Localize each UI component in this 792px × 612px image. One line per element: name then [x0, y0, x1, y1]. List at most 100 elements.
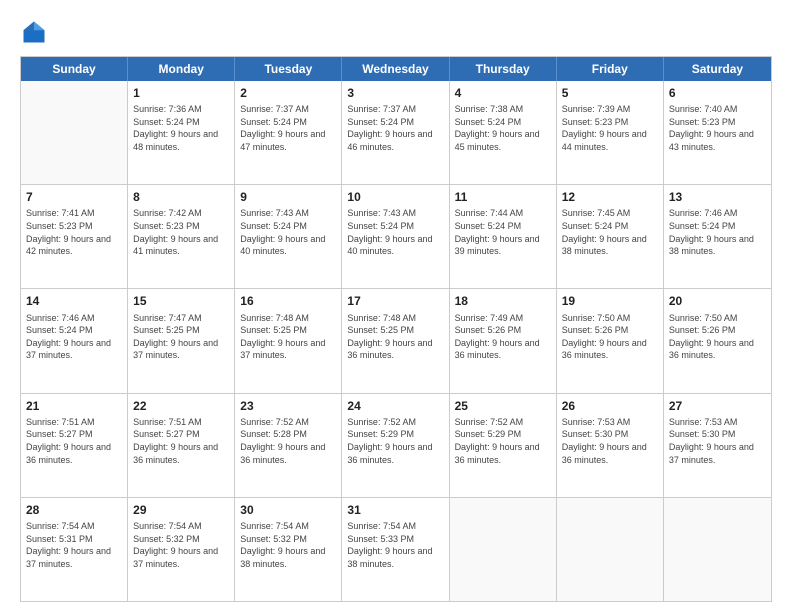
header-day-sunday: Sunday [21, 57, 128, 81]
week-row-1: 1Sunrise: 7:36 AMSunset: 5:24 PMDaylight… [21, 81, 771, 185]
header-day-saturday: Saturday [664, 57, 771, 81]
cell-info: Sunrise: 7:48 AMSunset: 5:25 PMDaylight:… [240, 312, 336, 362]
day-number: 8 [133, 189, 229, 205]
cal-cell-22: 22 Sunrise: 7:51 AMSunset: 5:27 PMDayligh… [128, 394, 235, 497]
cal-cell-17: 17 Sunrise: 7:48 AMSunset: 5:25 PMDayligh… [342, 289, 449, 392]
cell-info: Sunrise: 7:46 AMSunset: 5:24 PMDaylight:… [26, 312, 122, 362]
cal-cell-24: 24Sunrise: 7:52 AMSunset: 5:29 PMDayligh… [342, 394, 449, 497]
cell-info: Sunrise: 7:50 AMSunset: 5:26 PMDaylight:… [669, 312, 766, 362]
cal-cell-19: 19 Sunrise: 7:50 AMSunset: 5:26 PMDayligh… [557, 289, 664, 392]
day-number: 15 [133, 293, 229, 309]
cal-cell-3: 3 Sunrise: 7:37 AMSunset: 5:24 PMDaylight… [342, 81, 449, 184]
cell-info: Sunrise: 7:54 AMSunset: 5:32 PMDaylight:… [240, 520, 336, 570]
cal-cell-9: 9 Sunrise: 7:43 AMSunset: 5:24 PMDaylight… [235, 185, 342, 288]
cal-cell-empty-6 [664, 498, 771, 601]
cal-cell-11: 11 Sunrise: 7:44 AMSunset: 5:24 PMDayligh… [450, 185, 557, 288]
day-number: 1 [133, 85, 229, 101]
day-number: 21 [26, 398, 122, 414]
calendar-header: SundayMondayTuesdayWednesdayThursdayFrid… [21, 57, 771, 81]
cal-cell-6: 6 Sunrise: 7:40 AMSunset: 5:23 PMDaylight… [664, 81, 771, 184]
day-number: 26 [562, 398, 658, 414]
cell-info: Sunrise: 7:53 AMSunset: 5:30 PMDaylight:… [669, 416, 766, 466]
day-number: 14 [26, 293, 122, 309]
cal-cell-4: 4 Sunrise: 7:38 AMSunset: 5:24 PMDaylight… [450, 81, 557, 184]
cal-cell-30: 30 Sunrise: 7:54 AMSunset: 5:32 PMDayligh… [235, 498, 342, 601]
cal-cell-14: 14 Sunrise: 7:46 AMSunset: 5:24 PMDayligh… [21, 289, 128, 392]
day-number: 24 [347, 398, 443, 414]
day-number: 10 [347, 189, 443, 205]
cal-cell-12: 12Sunrise: 7:45 AMSunset: 5:24 PMDayligh… [557, 185, 664, 288]
cell-info: Sunrise: 7:37 AMSunset: 5:24 PMDaylight:… [347, 103, 443, 153]
cell-info: Sunrise: 7:54 AMSunset: 5:32 PMDaylight:… [133, 520, 229, 570]
cell-info: Sunrise: 7:49 AMSunset: 5:26 PMDaylight:… [455, 312, 551, 362]
cell-info: Sunrise: 7:46 AMSunset: 5:24 PMDaylight:… [669, 207, 766, 257]
cal-cell-7: 7 Sunrise: 7:41 AMSunset: 5:23 PMDaylight… [21, 185, 128, 288]
cell-info: Sunrise: 7:47 AMSunset: 5:25 PMDaylight:… [133, 312, 229, 362]
day-number: 5 [562, 85, 658, 101]
cell-info: Sunrise: 7:53 AMSunset: 5:30 PMDaylight:… [562, 416, 658, 466]
cell-info: Sunrise: 7:54 AMSunset: 5:31 PMDaylight:… [26, 520, 122, 570]
cal-cell-10: 10 Sunrise: 7:43 AMSunset: 5:24 PMDayligh… [342, 185, 449, 288]
cell-info: Sunrise: 7:48 AMSunset: 5:25 PMDaylight:… [347, 312, 443, 362]
day-number: 17 [347, 293, 443, 309]
cell-info: Sunrise: 7:42 AMSunset: 5:23 PMDaylight:… [133, 207, 229, 257]
calendar: SundayMondayTuesdayWednesdayThursdayFrid… [20, 56, 772, 602]
day-number: 13 [669, 189, 766, 205]
cal-cell-15: 15 Sunrise: 7:47 AMSunset: 5:25 PMDayligh… [128, 289, 235, 392]
page: SundayMondayTuesdayWednesdayThursdayFrid… [0, 0, 792, 612]
day-number: 28 [26, 502, 122, 518]
week-row-3: 14 Sunrise: 7:46 AMSunset: 5:24 PMDayligh… [21, 289, 771, 393]
cell-info: Sunrise: 7:51 AMSunset: 5:27 PMDaylight:… [26, 416, 122, 466]
cal-cell-21: 21 Sunrise: 7:51 AMSunset: 5:27 PMDayligh… [21, 394, 128, 497]
cell-info: Sunrise: 7:51 AMSunset: 5:27 PMDaylight:… [133, 416, 229, 466]
cell-info: Sunrise: 7:44 AMSunset: 5:24 PMDaylight:… [455, 207, 551, 257]
cell-info: Sunrise: 7:54 AMSunset: 5:33 PMDaylight:… [347, 520, 443, 570]
day-number: 3 [347, 85, 443, 101]
day-number: 29 [133, 502, 229, 518]
day-number: 7 [26, 189, 122, 205]
cell-info: Sunrise: 7:39 AMSunset: 5:23 PMDaylight:… [562, 103, 658, 153]
logo [20, 18, 52, 46]
cal-cell-empty-4 [450, 498, 557, 601]
day-number: 6 [669, 85, 766, 101]
header-day-thursday: Thursday [450, 57, 557, 81]
cell-info: Sunrise: 7:40 AMSunset: 5:23 PMDaylight:… [669, 103, 766, 153]
cal-cell-20: 20Sunrise: 7:50 AMSunset: 5:26 PMDayligh… [664, 289, 771, 392]
cell-info: Sunrise: 7:37 AMSunset: 5:24 PMDaylight:… [240, 103, 336, 153]
cell-info: Sunrise: 7:45 AMSunset: 5:24 PMDaylight:… [562, 207, 658, 257]
week-row-5: 28 Sunrise: 7:54 AMSunset: 5:31 PMDayligh… [21, 498, 771, 601]
cal-cell-28: 28 Sunrise: 7:54 AMSunset: 5:31 PMDayligh… [21, 498, 128, 601]
day-number: 18 [455, 293, 551, 309]
cal-cell-31: 31Sunrise: 7:54 AMSunset: 5:33 PMDayligh… [342, 498, 449, 601]
week-row-4: 21 Sunrise: 7:51 AMSunset: 5:27 PMDayligh… [21, 394, 771, 498]
cal-cell-23: 23 Sunrise: 7:52 AMSunset: 5:28 PMDayligh… [235, 394, 342, 497]
day-number: 9 [240, 189, 336, 205]
cal-cell-27: 27 Sunrise: 7:53 AMSunset: 5:30 PMDayligh… [664, 394, 771, 497]
cell-info: Sunrise: 7:52 AMSunset: 5:28 PMDaylight:… [240, 416, 336, 466]
cell-info: Sunrise: 7:50 AMSunset: 5:26 PMDaylight:… [562, 312, 658, 362]
day-number: 19 [562, 293, 658, 309]
cal-cell-empty-5 [557, 498, 664, 601]
cal-cell-25: 25Sunrise: 7:52 AMSunset: 5:29 PMDayligh… [450, 394, 557, 497]
day-number: 30 [240, 502, 336, 518]
cell-info: Sunrise: 7:41 AMSunset: 5:23 PMDaylight:… [26, 207, 122, 257]
week-row-2: 7 Sunrise: 7:41 AMSunset: 5:23 PMDaylight… [21, 185, 771, 289]
cell-info: Sunrise: 7:43 AMSunset: 5:24 PMDaylight:… [240, 207, 336, 257]
cal-cell-8: 8 Sunrise: 7:42 AMSunset: 5:23 PMDaylight… [128, 185, 235, 288]
day-number: 16 [240, 293, 336, 309]
cell-info: Sunrise: 7:43 AMSunset: 5:24 PMDaylight:… [347, 207, 443, 257]
header-day-friday: Friday [557, 57, 664, 81]
logo-icon [20, 18, 48, 46]
day-number: 23 [240, 398, 336, 414]
cal-cell-13: 13 Sunrise: 7:46 AMSunset: 5:24 PMDayligh… [664, 185, 771, 288]
day-number: 22 [133, 398, 229, 414]
day-number: 11 [455, 189, 551, 205]
cell-info: Sunrise: 7:38 AMSunset: 5:24 PMDaylight:… [455, 103, 551, 153]
cal-cell-2: 2Sunrise: 7:37 AMSunset: 5:24 PMDaylight… [235, 81, 342, 184]
cal-cell-26: 26 Sunrise: 7:53 AMSunset: 5:30 PMDayligh… [557, 394, 664, 497]
cal-cell-5: 5 Sunrise: 7:39 AMSunset: 5:23 PMDaylight… [557, 81, 664, 184]
header-day-tuesday: Tuesday [235, 57, 342, 81]
header-day-wednesday: Wednesday [342, 57, 449, 81]
day-number: 4 [455, 85, 551, 101]
day-number: 27 [669, 398, 766, 414]
